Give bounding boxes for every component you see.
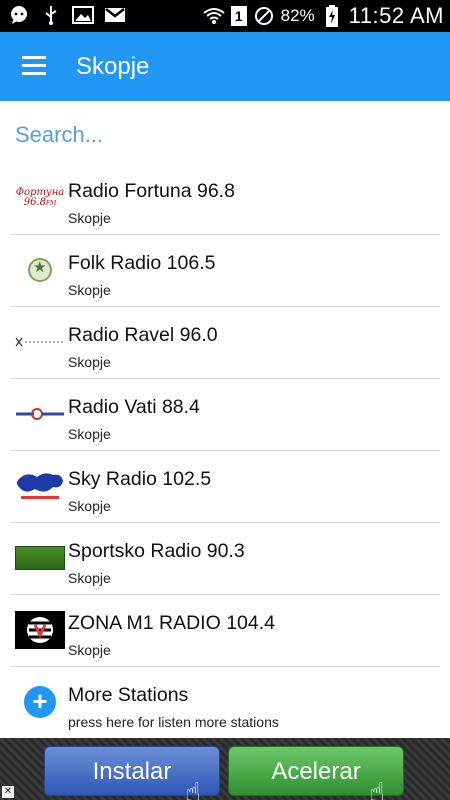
- image-icon: [72, 4, 94, 26]
- station-city: Skopje: [68, 282, 111, 298]
- sky-logo: [14, 467, 66, 505]
- page-title: Skopje: [76, 53, 150, 80]
- list-item[interactable]: Folk Radio 106.5 Skopje: [10, 235, 440, 307]
- menu-icon[interactable]: [22, 56, 48, 76]
- list-item[interactable]: Sky Radio 102.5 Skopje: [10, 451, 440, 523]
- accelerate-button[interactable]: Acelerar ☝: [228, 746, 404, 800]
- station-city: Skopje: [68, 426, 111, 442]
- app-bar: Skopje: [0, 32, 450, 101]
- list-item[interactable]: Sportsko Radio 90.3 Skopje: [10, 523, 440, 595]
- clock: 11:52 AM: [348, 3, 444, 28]
- gmail-icon: [104, 4, 126, 26]
- station-list: Фортуна 96.8FM Radio Fortuna 96.8 Skopje …: [10, 163, 440, 739]
- wifi-icon: [203, 5, 225, 27]
- battery-percent: 82%: [280, 6, 315, 25]
- more-stations-subtitle: press here for listen more stations: [68, 714, 279, 730]
- list-item[interactable]: ZONA M1 RADIO 104.4 Skopje: [10, 595, 440, 667]
- more-stations-title: More Stations: [68, 684, 189, 706]
- pointer-hand-icon: ☝: [369, 777, 385, 800]
- ad-banner: ✕ Instalar ☝ Acelerar ☝: [0, 738, 450, 800]
- station-city: Skopje: [68, 498, 111, 514]
- vati-logo: [14, 395, 66, 433]
- station-name: Radio Ravel 96.0: [68, 324, 218, 346]
- station-name: Sportsko Radio 90.3: [68, 540, 245, 562]
- list-item[interactable]: Radio Vati 88.4 Skopje: [10, 379, 440, 451]
- do-not-disturb-icon: [253, 5, 275, 27]
- status-bar: 1 82% 11:52 AM: [0, 0, 450, 32]
- add-icon: +: [14, 683, 66, 721]
- search-input[interactable]: Search...: [15, 122, 103, 148]
- usb-icon: [40, 4, 62, 26]
- station-name: Sky Radio 102.5: [68, 468, 212, 490]
- more-stations-item[interactable]: + More Stations press here for listen mo…: [10, 667, 440, 739]
- pointer-hand-icon: ☝: [185, 777, 201, 800]
- station-city: Skopje: [68, 354, 111, 370]
- station-name: Radio Fortuna 96.8: [68, 180, 235, 202]
- accelerate-label: Acelerar: [271, 758, 361, 785]
- ravel-logo: [14, 323, 66, 361]
- station-name: Folk Radio 106.5: [68, 252, 216, 274]
- install-button[interactable]: Instalar ☝: [44, 746, 220, 800]
- sportsko-logo: [14, 539, 66, 577]
- station-city: Skopje: [68, 210, 111, 226]
- sim-slot-icon: 1: [230, 6, 247, 26]
- station-name: Radio Vati 88.4: [68, 396, 200, 418]
- zona-logo: [14, 611, 66, 649]
- ad-close-button[interactable]: ✕: [2, 786, 14, 798]
- list-item[interactable]: Фортуна 96.8FM Radio Fortuna 96.8 Skopje: [10, 163, 440, 235]
- station-name: ZONA M1 RADIO 104.4: [68, 612, 275, 634]
- install-label: Instalar: [92, 758, 172, 785]
- list-item[interactable]: Radio Ravel 96.0 Skopje: [10, 307, 440, 379]
- fortuna-logo: Фортуна 96.8FM: [15, 187, 65, 208]
- folk-logo: [14, 251, 66, 289]
- battery-charging-icon: [321, 5, 343, 27]
- station-city: Skopje: [68, 642, 111, 658]
- station-city: Skopje: [68, 570, 111, 586]
- chat-icon: [8, 4, 30, 26]
